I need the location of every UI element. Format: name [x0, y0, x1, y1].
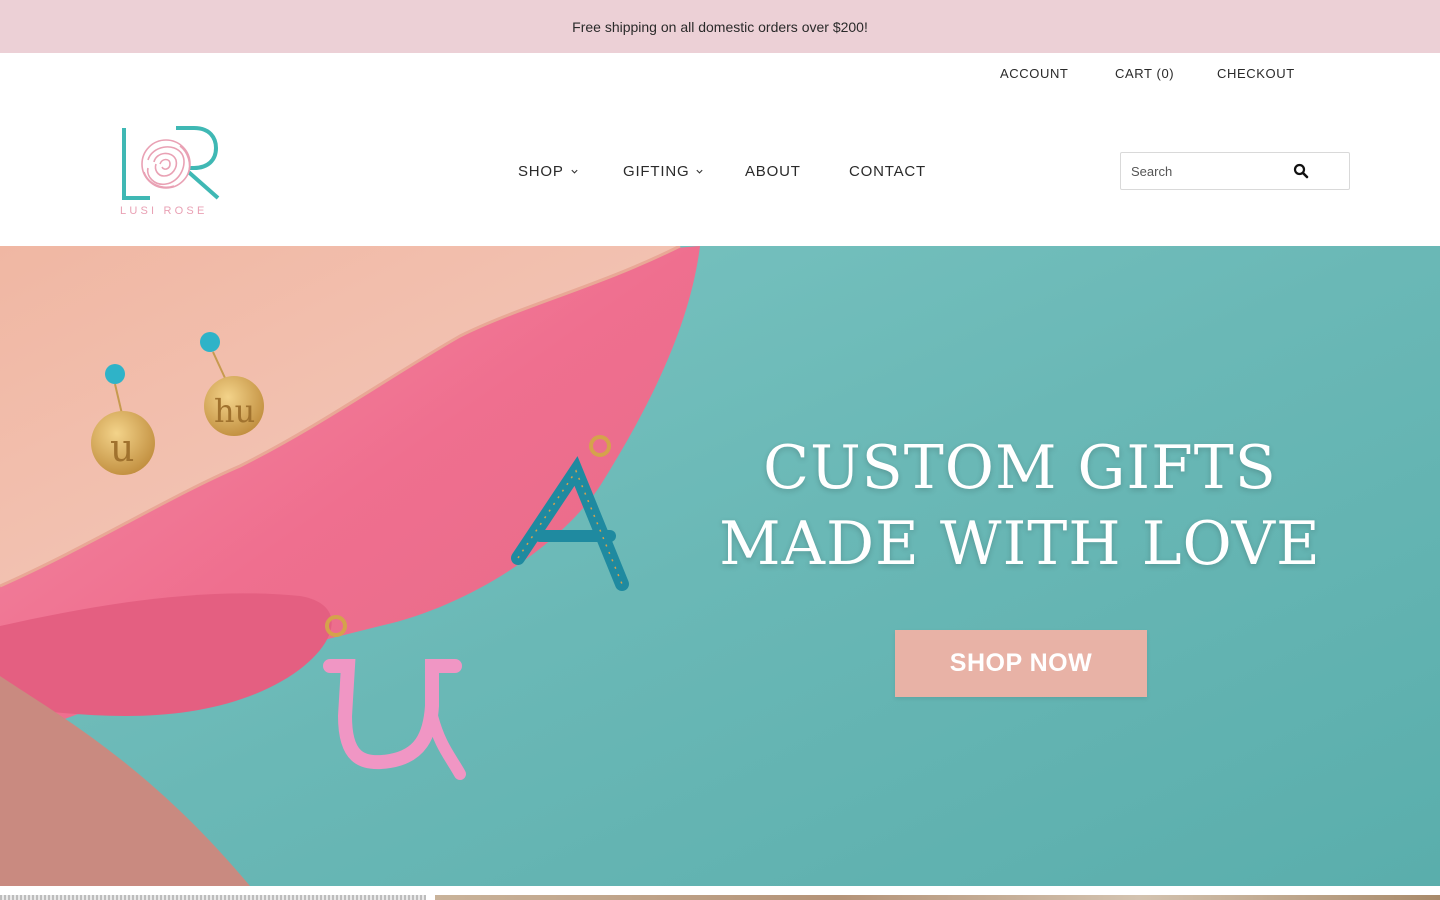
utility-nav: ACCOUNT CART (0) CHECKOUT	[0, 66, 1440, 84]
nav-item-label: CONTACT	[849, 163, 926, 180]
nav-item-label: ABOUT	[745, 163, 801, 180]
hero-title-line-1: CUSTOM GIFTS	[763, 433, 1277, 503]
cart-link[interactable]: CART (0)	[1115, 66, 1174, 81]
hero-title-line-2: MADE WITH LOVE	[719, 509, 1321, 579]
svg-text:u: u	[110, 426, 134, 470]
announcement-text: Free shipping on all domestic orders ove…	[572, 18, 868, 35]
announcement-bar: Free shipping on all domestic orders ove…	[0, 0, 1440, 53]
nav-item-about[interactable]: ABOUT	[745, 163, 801, 180]
nav-item-label: SHOP	[518, 163, 564, 180]
shop-now-button[interactable]: SHOP NOW	[895, 630, 1147, 697]
hero-title: CUSTOM GIFTS MADE WITH LOVE	[700, 430, 1340, 582]
nav-item-shop[interactable]: SHOP	[518, 163, 579, 180]
search-input[interactable]	[1121, 153, 1281, 189]
nav-item-label: GIFTING	[623, 163, 690, 180]
search-icon[interactable]	[1293, 163, 1309, 179]
collection-tile-right[interactable]	[435, 895, 1440, 900]
collection-tile-left[interactable]	[0, 895, 426, 900]
chevron-down-icon	[696, 169, 704, 174]
chevron-down-icon	[571, 169, 578, 174]
checkout-link[interactable]: CHECKOUT	[1217, 66, 1295, 81]
nav-item-contact[interactable]: CONTACT	[849, 163, 926, 180]
svg-text:hu: hu	[214, 392, 255, 430]
nav-item-gifting[interactable]: GIFTING	[623, 163, 704, 180]
account-link[interactable]: ACCOUNT	[1000, 66, 1068, 81]
search-box	[1120, 152, 1350, 190]
brand-wordmark: LUSI ROSE	[120, 205, 208, 217]
hero-banner: u hu CUSTOM GIFTS MADE WITH LOVE SHOP NO…	[0, 246, 1440, 886]
